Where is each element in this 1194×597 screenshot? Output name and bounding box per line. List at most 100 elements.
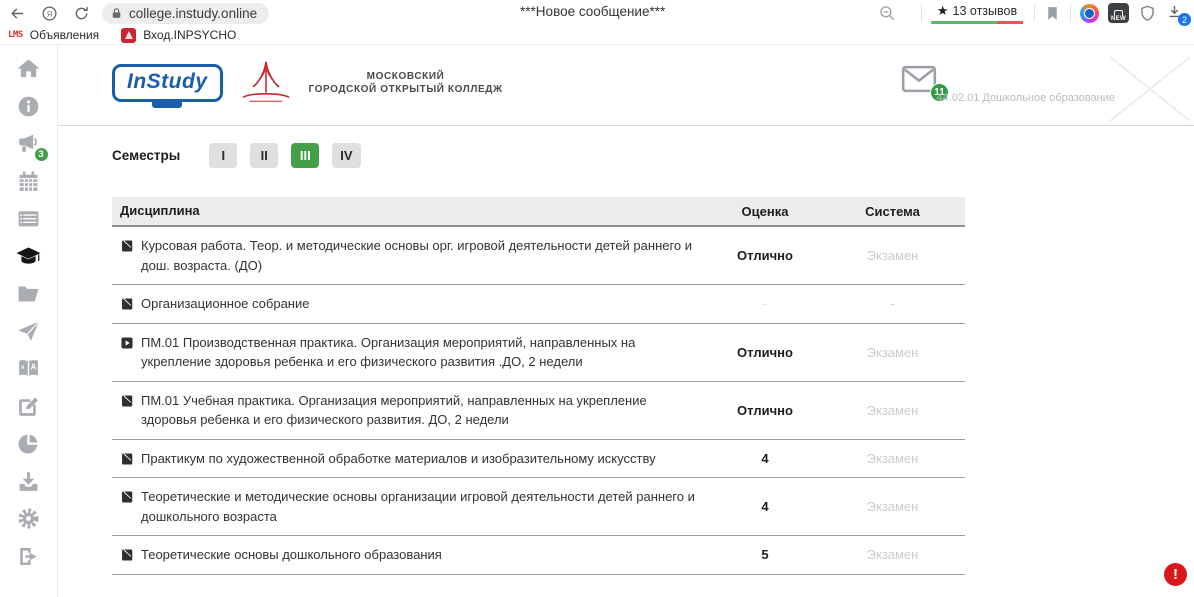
grade-value: - <box>710 296 820 311</box>
book-icon <box>120 548 134 562</box>
new-badge: NEW <box>1111 16 1126 22</box>
column-discipline: Дисциплина <box>112 201 710 221</box>
address-bar[interactable]: college.instudy.online <box>102 3 269 24</box>
alert-icon[interactable]: ! <box>1164 563 1187 586</box>
send-icon <box>16 319 41 349</box>
grade-value: 5 <box>710 547 820 562</box>
book-icon <box>120 490 134 504</box>
sidebar-item-logout[interactable] <box>15 546 43 572</box>
discipline-name[interactable]: ПМ.01 Производственная практика. Организ… <box>141 333 696 372</box>
system-value: Экзамен <box>820 345 965 360</box>
inpsycho-favicon <box>121 28 136 43</box>
site-header: InStudy МОСКОВСКИЙ ГОРОДСКОЙ ОТКРЫТЫЙ КО… <box>112 58 503 108</box>
extension-new-icon[interactable]: NEW <box>1108 3 1129 23</box>
book-icon <box>120 239 134 253</box>
sidebar-item-education[interactable] <box>15 246 43 272</box>
discipline-name[interactable]: Курсовая работа. Теор. и методические ос… <box>141 236 696 275</box>
semesters-selector: Семестры IIIIIIIV <box>112 143 361 168</box>
lock-icon <box>110 7 123 20</box>
svg-text:я: я <box>21 364 25 371</box>
info-icon <box>16 94 41 124</box>
discipline-name[interactable]: Теоретические и методические основы орга… <box>141 487 696 526</box>
settings-icon <box>16 506 41 536</box>
sidebar-item-folder[interactable] <box>15 283 43 309</box>
table-row: Курсовая работа. Теор. и методические ос… <box>112 227 965 285</box>
play-icon <box>120 336 134 350</box>
bookmark-label: Объявления <box>30 28 99 42</box>
downloads-button[interactable]: 2 <box>1166 3 1186 23</box>
url-text: college.instudy.online <box>129 6 257 21</box>
college-name-line2: ГОРОДСКОЙ ОТКРЫТЫЙ КОЛЛЕДЖ <box>309 83 503 97</box>
book-icon <box>120 452 134 466</box>
mail-button[interactable]: 11 <box>896 60 942 98</box>
book-icon <box>120 394 134 408</box>
education-icon <box>16 244 41 274</box>
reviews-widget[interactable]: ★ 13 отзывов <box>931 3 1023 24</box>
table-row: Практикум по художественной обработке ма… <box>112 440 965 479</box>
star-icon: ★ <box>937 3 949 19</box>
semester-button-II[interactable]: II <box>250 143 278 168</box>
sidebar-item-send[interactable] <box>15 321 43 347</box>
reviews-count: 13 отзывов <box>953 4 1018 18</box>
back-button[interactable] <box>6 2 28 24</box>
extension-color-icon[interactable] <box>1080 4 1099 23</box>
college-emblem-icon <box>237 58 295 108</box>
divider <box>1034 5 1035 21</box>
sidebar-item-calendar[interactable] <box>15 171 43 197</box>
translate-icon: Aя <box>16 356 41 386</box>
bookmarks-bar: LMSОбъявления Вход.INPSYCHO <box>0 26 1194 45</box>
sidebar-item-edit[interactable] <box>15 396 43 422</box>
page: Я college.instudy.online ***Новое сообще… <box>0 0 1194 597</box>
svg-text:Я: Я <box>46 9 51 18</box>
home-icon <box>16 56 41 86</box>
system-value: Экзамен <box>820 547 965 562</box>
refresh-button[interactable] <box>70 2 92 24</box>
sidebar-item-stats[interactable] <box>15 433 43 459</box>
divider <box>1070 5 1071 21</box>
grade-value: Отлично <box>710 403 820 418</box>
system-value: - <box>820 296 965 311</box>
zoom-out-icon[interactable] <box>878 4 896 22</box>
system-value: Экзамен <box>820 248 965 263</box>
column-system: Система <box>820 204 965 219</box>
sidebar-item-announcements[interactable]: 3 <box>15 133 43 159</box>
discipline-name[interactable]: Практикум по художественной обработке ма… <box>141 449 656 469</box>
sidebar-item-settings[interactable] <box>15 508 43 534</box>
semester-button-IV[interactable]: IV <box>332 143 360 168</box>
discipline-name[interactable]: ПМ.01 Учебная практика. Организация меро… <box>141 391 696 430</box>
system-value: Экзамен <box>820 499 965 514</box>
column-grade: Оценка <box>710 204 820 219</box>
stats-icon <box>16 431 41 461</box>
table-row: Организационное собрание -- <box>112 285 965 324</box>
sidebar-item-translate[interactable]: Aя <box>15 358 43 384</box>
sidebar-item-journal[interactable] <box>15 208 43 234</box>
semester-button-I[interactable]: I <box>209 143 237 168</box>
college-name: МОСКОВСКИЙ ГОРОДСКОЙ ОТКРЫТЫЙ КОЛЛЕДЖ <box>309 70 503 97</box>
discipline-name[interactable]: Теоретические основы дошкольного образов… <box>141 545 442 565</box>
logout-icon <box>16 544 41 574</box>
semester-button-III[interactable]: III <box>291 143 319 168</box>
table-header-row: Дисциплина Оценка Система <box>112 197 965 227</box>
divider <box>921 5 922 21</box>
browser-menu-icon[interactable]: Я <box>38 2 60 24</box>
sidebar: 3 Aя <box>0 45 58 597</box>
edit-icon <box>16 394 41 424</box>
sidebar-item-download[interactable] <box>15 471 43 497</box>
browser-toolbar: Я college.instudy.online ***Новое сообще… <box>0 0 1194 26</box>
protect-shield-icon[interactable] <box>1138 4 1157 23</box>
bookmark-item[interactable]: LMSОбъявления <box>8 28 99 42</box>
page-title: ***Новое сообщение*** <box>520 4 665 19</box>
svg-text:A: A <box>31 363 37 372</box>
grade-value: 4 <box>710 451 820 466</box>
college-name-line1: МОСКОВСКИЙ <box>309 70 503 84</box>
bookmark-item[interactable]: Вход.INPSYCHO <box>121 28 236 43</box>
instudy-logo[interactable]: InStudy <box>112 64 223 102</box>
header-divider <box>58 125 1194 126</box>
sidebar-item-home[interactable] <box>15 58 43 84</box>
instudy-logo-text: InStudy <box>127 70 208 93</box>
discipline-name[interactable]: Организационное собрание <box>141 294 309 314</box>
program-label: 44.02.01 Дошкольное образование <box>937 92 1115 104</box>
calendar-icon <box>16 169 41 199</box>
bookmark-flag-icon[interactable] <box>1044 5 1061 22</box>
sidebar-item-info[interactable] <box>15 96 43 122</box>
